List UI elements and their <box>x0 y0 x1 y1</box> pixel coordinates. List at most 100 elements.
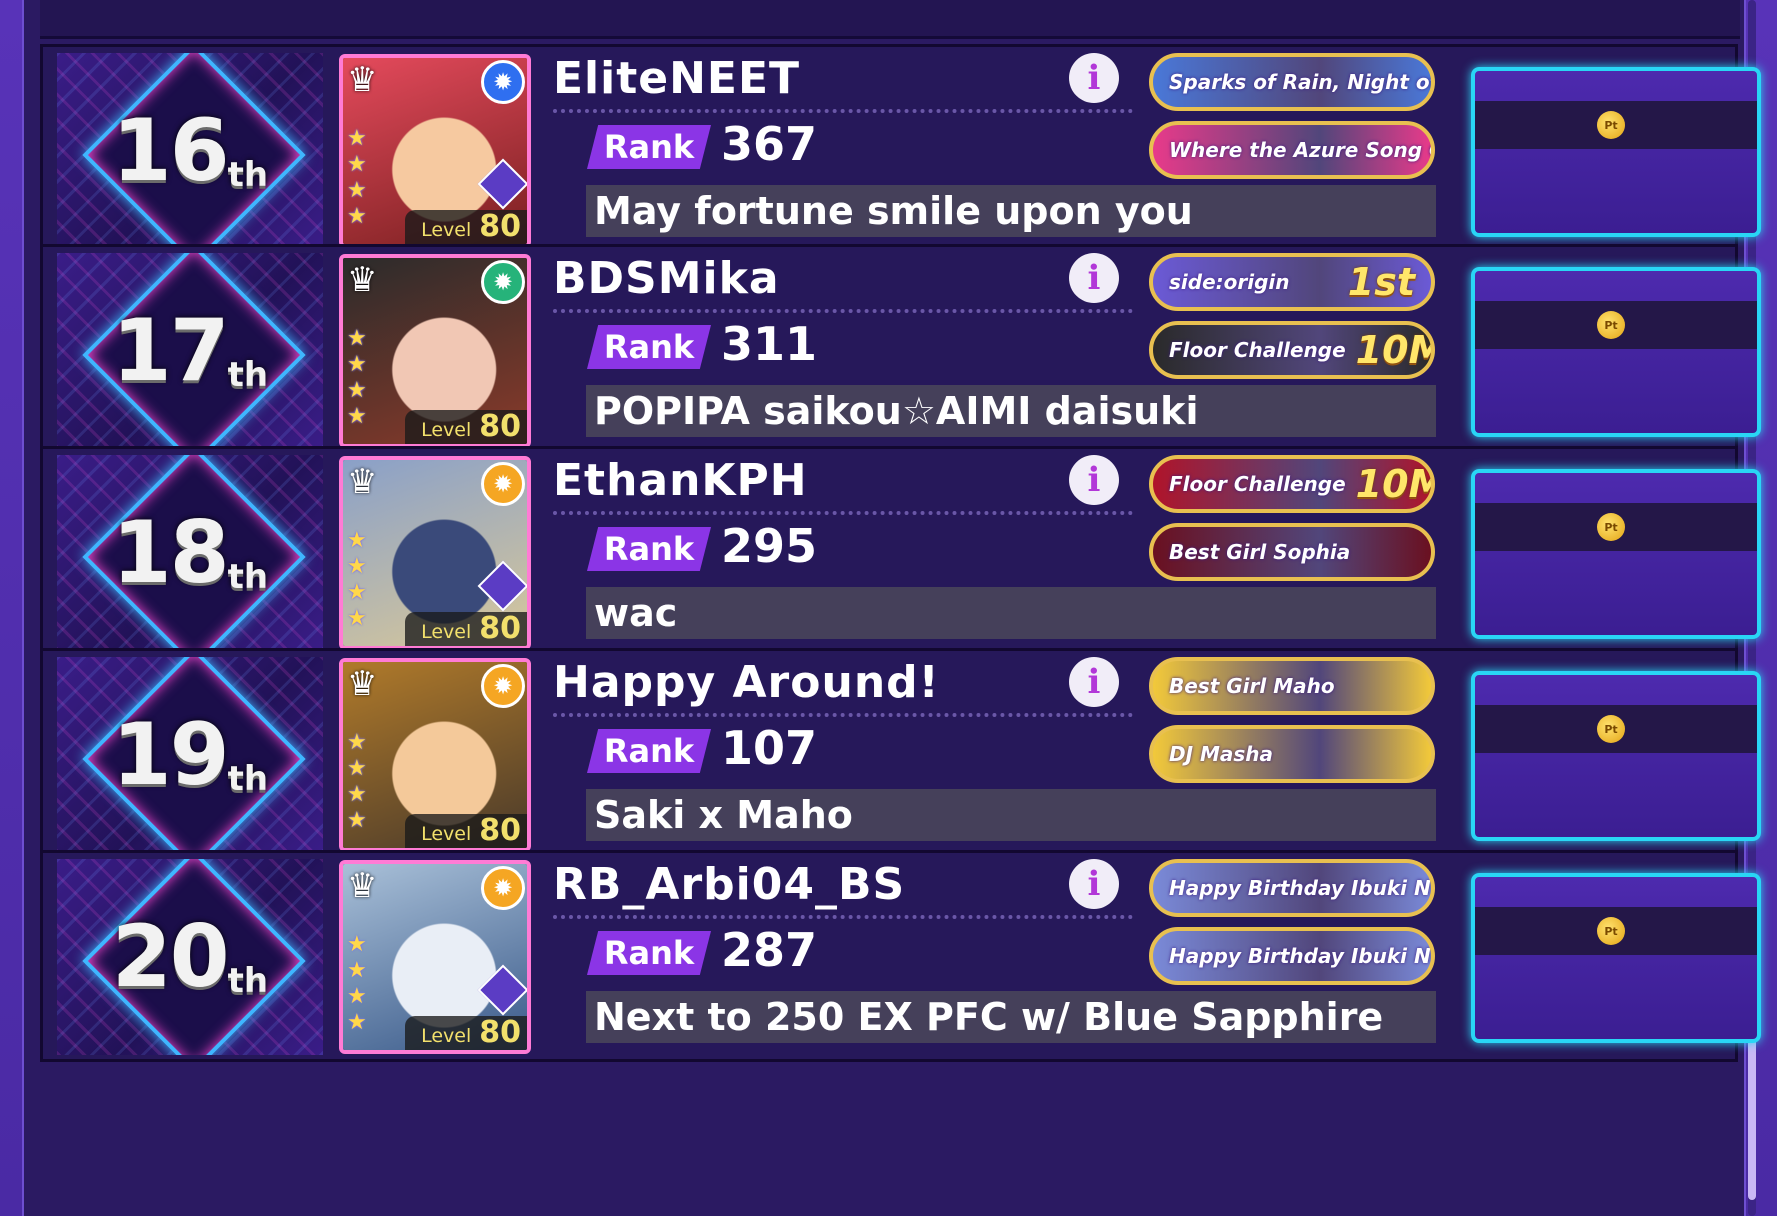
title-badge-1: Floor Challenge 10Million <box>1149 455 1435 513</box>
happy-sun-icon: ✹ <box>481 866 525 910</box>
crown-icon: ♛ <box>347 60 378 100</box>
leader-card[interactable]: ♛ ✹ ★ ★ ★ ★ Level 80 <box>339 456 531 650</box>
rank-label: Rank <box>587 527 711 571</box>
happy-sun-icon: ✹ <box>481 462 525 506</box>
place-badge: 20 th <box>57 859 323 1055</box>
star-icon: ★ <box>347 984 367 1009</box>
star-icon: ★ <box>347 204 367 229</box>
star-icon: ★ <box>347 352 367 377</box>
level-value: 80 <box>479 813 521 848</box>
title-badge-text: Happy Birthday Ibuki Niijima 4.10 <box>1169 944 1431 968</box>
place-badge: 16 th <box>57 53 323 249</box>
star-icon: ★ <box>347 932 367 957</box>
info-button[interactable]: i <box>1069 657 1119 707</box>
pure-leaf-icon: ✹ <box>481 260 525 304</box>
player-name: RB_Arbi04_BS <box>553 859 906 910</box>
player-comment: POPIPA saikou☆AIMI daisuki <box>586 385 1436 437</box>
player-name: EliteNEET <box>553 53 801 104</box>
star-icon: ★ <box>347 404 367 429</box>
rarity-stars: ★ ★ ★ ★ <box>347 326 367 430</box>
skill-level <box>485 972 521 1008</box>
rank-value: 295 <box>721 519 818 573</box>
place-number: 19 <box>111 705 230 805</box>
star-icon: ★ <box>347 756 367 781</box>
skill-level <box>485 166 521 202</box>
title-badge-2: Best Girl Sophia <box>1149 523 1435 581</box>
total-points-box: Pt <box>1471 67 1761 237</box>
info-button[interactable]: i <box>1069 859 1119 909</box>
card-level: Level 80 <box>405 1016 527 1050</box>
dotted-divider <box>553 109 1133 113</box>
title-badge-text: Floor Challenge <box>1169 472 1346 496</box>
rarity-stars: ★ ★ ★ ★ <box>347 528 367 632</box>
place-number: 17 <box>111 301 230 401</box>
title-badge-rank: 10Million <box>1355 328 1431 372</box>
place-number: 16 <box>111 101 230 201</box>
ranking-row[interactable]: 16 th ♛ ✹ ★ ★ ★ ★ Level 80 EliteNEET i R… <box>40 44 1761 256</box>
player-name: Happy Around! <box>553 657 940 708</box>
info-button[interactable]: i <box>1069 455 1119 505</box>
info-button[interactable]: i <box>1069 253 1119 303</box>
title-badge-rank: 1st <box>1347 260 1415 304</box>
title-badge-1: side:origin 1st <box>1149 253 1435 311</box>
place-number: 20 <box>111 907 230 1007</box>
rank-value: 107 <box>721 721 818 775</box>
player-name: BDSMika <box>553 253 780 304</box>
title-badge-text: Happy Birthday Ibuki Niijima 4.10 <box>1169 876 1431 900</box>
star-icon: ★ <box>347 152 367 177</box>
star-icon: ★ <box>347 326 367 351</box>
card-level: Level 80 <box>405 814 527 848</box>
title-badge-text: Floor Challenge <box>1169 338 1346 362</box>
place-suffix: th <box>227 355 269 395</box>
title-badge-text: side:origin <box>1169 270 1290 294</box>
title-badge-text: Sparks of Rain, Night of Moonlight <box>1169 70 1431 94</box>
player-name: EthanKPH <box>553 455 808 506</box>
rank-value: 287 <box>721 923 818 977</box>
total-points-box: Pt <box>1471 873 1761 1043</box>
crown-icon: ♛ <box>347 664 378 704</box>
rarity-stars: ★ ★ ★ ★ <box>347 932 367 1036</box>
info-button[interactable]: i <box>1069 53 1119 103</box>
card-level: Level 80 <box>405 210 527 244</box>
leader-card[interactable]: ♛ ✹ ★ ★ ★ ★ Level 80 <box>339 658 531 852</box>
star-icon: ★ <box>347 958 367 983</box>
leader-card[interactable]: ♛ ✹ ★ ★ ★ ★ Level 80 <box>339 254 531 448</box>
place-suffix: th <box>227 155 269 195</box>
ranking-row[interactable]: 20 th ♛ ✹ ★ ★ ★ ★ Level 80 RB_Arbi04_BS … <box>40 850 1761 1062</box>
player-comment: Saki x Maho <box>586 789 1436 841</box>
rank-value: 367 <box>721 117 818 171</box>
ranking-row[interactable]: 19 th ♛ ✹ ★ ★ ★ ★ Level 80 Happy Around!… <box>40 648 1761 860</box>
total-points-box: Pt <box>1471 671 1761 841</box>
player-comment: May fortune smile upon you <box>586 185 1436 237</box>
event-point-coin-icon: Pt <box>1597 715 1625 743</box>
title-badge-text: Where the Azure Song Goes <box>1169 138 1431 162</box>
event-point-coin-icon: Pt <box>1597 111 1625 139</box>
leader-card[interactable]: ♛ ✹ ★ ★ ★ ★ Level 80 <box>339 860 531 1054</box>
title-badge-1: Sparks of Rain, Night of Moonlight 1st <box>1149 53 1435 111</box>
place-badge: 18 th <box>57 455 323 651</box>
rank-label: Rank <box>587 729 711 773</box>
title-badge-2: Happy Birthday Ibuki Niijima 4.10 <box>1149 927 1435 985</box>
player-comment: Next to 250 EX PFC w/ Blue Sapphire <box>586 991 1436 1043</box>
rank-label: Rank <box>587 931 711 975</box>
card-level: Level 80 <box>405 612 527 646</box>
ranking-row[interactable]: 17 th ♛ ✹ ★ ★ ★ ★ Level 80 BDSMika i Ran… <box>40 244 1761 456</box>
star-icon: ★ <box>347 606 367 631</box>
title-badge-text: Best Girl Sophia <box>1169 540 1351 564</box>
leader-card[interactable]: ♛ ✹ ★ ★ ★ ★ Level 80 <box>339 54 531 248</box>
star-icon: ★ <box>347 808 367 833</box>
star-icon: ★ <box>347 528 367 553</box>
total-points-box: Pt <box>1471 267 1761 437</box>
place-suffix: th <box>227 557 269 597</box>
title-badge-text: Best Girl Maho <box>1169 674 1335 698</box>
title-badge-rank: 10Million <box>1355 462 1431 506</box>
star-icon: ★ <box>347 782 367 807</box>
title-badge-1: Happy Birthday Ibuki Niijima 4.10 <box>1149 859 1435 917</box>
ranking-row[interactable]: 18 th ♛ ✹ ★ ★ ★ ★ Level 80 EthanKPH i Ra… <box>40 446 1761 658</box>
happy-sun-icon: ✹ <box>481 664 525 708</box>
place-badge: 17 th <box>57 253 323 449</box>
event-point-coin-icon: Pt <box>1597 917 1625 945</box>
crown-icon: ♛ <box>347 866 378 906</box>
level-label: Level <box>421 219 472 241</box>
crown-icon: ♛ <box>347 260 378 300</box>
